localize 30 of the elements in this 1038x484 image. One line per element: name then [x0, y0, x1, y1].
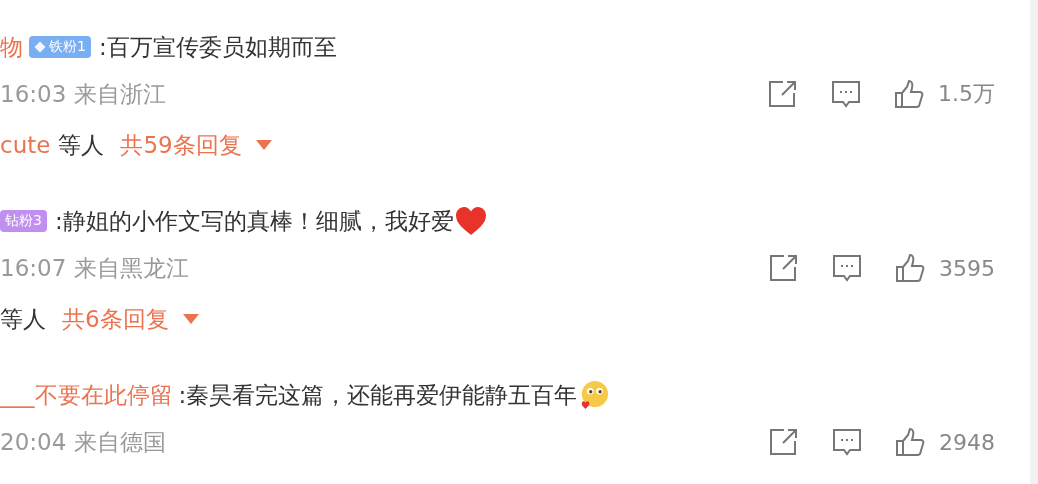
like-button[interactable]: 3595: [895, 254, 995, 282]
caret-icon[interactable]: [255, 140, 272, 150]
thumbs-up-icon[interactable]: [895, 428, 925, 456]
comment-icon[interactable]: [832, 254, 862, 282]
share-icon[interactable]: [768, 80, 798, 108]
comment-time: 20:04 来自德国: [0, 427, 166, 457]
caret-icon[interactable]: [182, 314, 199, 324]
reply-count-link[interactable]: 共59条回复: [120, 129, 272, 161]
fan-badge: 铁粉1: [29, 36, 91, 58]
reply-author[interactable]: cute: [0, 132, 51, 158]
like-button[interactable]: 2948: [895, 428, 995, 456]
author-name[interactable]: 物: [0, 31, 23, 63]
reply-others: 等人: [58, 130, 105, 160]
share-icon[interactable]: [769, 428, 799, 456]
comment-text: :静姐的小作文写的真棒！细腻，我好爱: [54, 206, 454, 236]
thumbs-up-icon[interactable]: [895, 254, 925, 282]
comment-icon[interactable]: [831, 80, 861, 108]
heart-icon: [454, 206, 487, 236]
fan-badge: 钻粉3: [0, 210, 47, 232]
share-icon[interactable]: [769, 254, 799, 282]
comment-time: 16:03 来自浙江: [0, 79, 166, 109]
comment-icon[interactable]: [832, 428, 862, 456]
thumbs-up-icon[interactable]: [894, 80, 924, 108]
like-button[interactable]: 1.5万: [894, 79, 995, 109]
reply-count-link[interactable]: 共6条回复: [62, 303, 199, 335]
comment-text: :百万宣传委员如期而至: [98, 32, 337, 62]
reply-others: 等人: [0, 304, 46, 334]
comment-time: 16:07 来自黑龙江: [0, 253, 189, 283]
author-name[interactable]: ___不要在此停留: [0, 379, 173, 411]
comment-text: :秦昊看完这篇，还能再爱伊能静五百年: [178, 380, 578, 410]
